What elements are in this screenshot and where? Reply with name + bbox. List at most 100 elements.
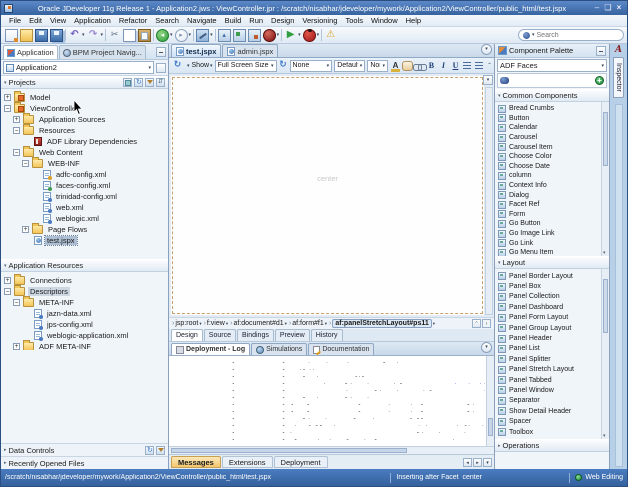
search-box[interactable] (518, 29, 624, 41)
log-horizontal-scrollbar[interactable] (169, 446, 494, 454)
log-tab[interactable]: Deployment - Log (171, 343, 251, 355)
tree-item[interactable]: test.jspx (4, 235, 168, 246)
chevron-down-icon[interactable] (226, 321, 228, 327)
minimize-navigator-button[interactable] (156, 47, 166, 57)
format-button[interactable] (450, 60, 461, 72)
font-size-select[interactable]: None (367, 59, 388, 72)
palette-item[interactable]: Panel Box (498, 281, 600, 291)
menu-item[interactable]: Navigate (183, 16, 221, 25)
format-button[interactable] (390, 60, 401, 72)
log-vertical-scrollbar[interactable] (486, 356, 494, 446)
toolbar-button[interactable] (137, 28, 152, 43)
dropdown-arrow-icon[interactable] (189, 32, 192, 38)
sort-icon[interactable] (156, 78, 165, 87)
filter-icon[interactable] (156, 445, 165, 455)
palette-item[interactable]: Form (498, 210, 600, 220)
tree-item[interactable]: WEB-INF (4, 157, 168, 169)
log-bottom-tab[interactable]: Extensions (221, 456, 273, 468)
palette-section-header[interactable]: Layout (495, 256, 609, 269)
menu-item[interactable]: View (46, 16, 70, 25)
chevron-down-icon[interactable] (199, 321, 201, 327)
dropdown-arrow-icon[interactable] (187, 63, 190, 69)
deployment-log[interactable]: [01:24:13 AM] Running dependency analysi… (169, 355, 494, 446)
palette-item[interactable]: column (498, 171, 600, 181)
expand-toggle-icon[interactable] (13, 127, 20, 135)
dropdown-arrow-icon[interactable] (101, 32, 104, 38)
tree-item[interactable]: Connections (4, 274, 168, 286)
toolbar-button[interactable] (217, 28, 232, 43)
chevron-down-icon[interactable] (325, 321, 327, 327)
toolbar-button[interactable] (323, 28, 338, 43)
toolbar-button[interactable] (247, 28, 262, 43)
menu-item[interactable]: File (5, 16, 25, 25)
collapse-icon[interactable] (498, 260, 501, 266)
log-tab[interactable]: Documentation (308, 343, 375, 355)
palette-item[interactable]: Toolbox (498, 427, 600, 437)
menu-item[interactable]: Edit (25, 16, 46, 25)
search-input[interactable] (536, 31, 619, 39)
palette-item[interactable]: Choose Color (498, 152, 600, 162)
menu-item[interactable]: Versioning (298, 16, 341, 25)
expand-icon[interactable] (4, 447, 7, 453)
log-link[interactable]: /scratch/nisabhar/jdeveloper/mywork/A (454, 390, 485, 392)
menu-item[interactable]: Search (151, 16, 183, 25)
expand-toggle-icon[interactable] (13, 343, 20, 350)
view-tab[interactable]: History (310, 329, 343, 341)
log-bottom-tab[interactable]: Deployment (273, 456, 328, 468)
expand-toggle-icon[interactable] (4, 288, 11, 296)
dropdown-arrow-icon[interactable] (277, 32, 280, 38)
format-button[interactable] (461, 59, 473, 72)
palette-search-row[interactable] (497, 73, 607, 88)
menu-item[interactable]: Tools (341, 16, 367, 25)
canvas-vertical-scrollbar[interactable] (485, 87, 493, 315)
palette-item[interactable]: Facet Ref (498, 200, 600, 210)
palette-scrollbar[interactable] (601, 102, 609, 256)
show-menu-button[interactable]: Show (192, 62, 213, 69)
menu-item[interactable]: Help (402, 16, 425, 25)
collapse-icon[interactable] (4, 263, 7, 269)
palette-item[interactable]: Panel Group Layout (498, 323, 600, 333)
format-button[interactable] (426, 60, 437, 72)
toolbar-button[interactable] (283, 28, 302, 43)
palette-item[interactable]: Context Info (498, 181, 600, 191)
scroll-left-button[interactable] (463, 457, 472, 467)
tab-list-button[interactable] (481, 44, 492, 55)
palette-item[interactable]: Panel Window (498, 385, 600, 395)
log-link[interactable]: /scratch/nisabhar/jdeveloper/mywork/Appl… (425, 383, 485, 385)
refresh-page-icon[interactable] (171, 59, 184, 72)
view-tab[interactable]: Preview (274, 329, 310, 341)
view-tab[interactable]: Source (203, 329, 236, 341)
tree-item[interactable]: Web Content (4, 146, 168, 158)
toolbar-button[interactable] (122, 28, 137, 43)
chevron-down-icon[interactable] (433, 321, 435, 327)
search-options-icon[interactable] (532, 32, 535, 38)
inspector-docked-tab[interactable]: Inspector (613, 57, 624, 98)
palette-item[interactable]: Button (498, 114, 600, 124)
palette-item[interactable]: Go Menu Item (498, 248, 600, 256)
view-tab[interactable]: Bindings (236, 329, 274, 341)
breadcrumb-item[interactable]: jsp:root (172, 320, 202, 327)
editor-tab[interactable]: admin.jspx (222, 44, 279, 57)
recently-opened-files-section[interactable]: Recently Opened Files (1, 456, 168, 469)
palette-item[interactable]: Go Button (498, 219, 600, 229)
palette-item[interactable]: Panel Header (498, 333, 600, 343)
breadcrumb-item[interactable]: f:view (204, 320, 229, 327)
canvas-menu-button[interactable] (483, 75, 493, 85)
minimize-log-button[interactable] (481, 342, 492, 353)
palette-item[interactable]: Panel Tabbed (498, 375, 600, 385)
expand-toggle-icon[interactable] (4, 105, 11, 113)
tree-item[interactable]: ADF META-INF (4, 340, 168, 350)
log-tab[interactable]: Simulations (251, 343, 308, 355)
palette-item[interactable]: Spacer (498, 416, 600, 426)
format-button[interactable] (412, 60, 427, 72)
toolbar-button[interactable] (232, 28, 247, 43)
toolbar-button[interactable] (174, 28, 193, 43)
menu-item[interactable]: Build (221, 16, 246, 25)
expand-toggle-icon[interactable] (13, 299, 20, 307)
toolbar-button[interactable] (4, 28, 19, 43)
palette-item[interactable]: Bread Crumbs (498, 104, 600, 114)
toolbar-button[interactable] (195, 28, 214, 43)
project-properties-icon[interactable] (123, 78, 132, 87)
tree-item[interactable]: weblogic.xml (4, 213, 168, 224)
palette-item[interactable]: Panel Border Layout (498, 271, 600, 281)
